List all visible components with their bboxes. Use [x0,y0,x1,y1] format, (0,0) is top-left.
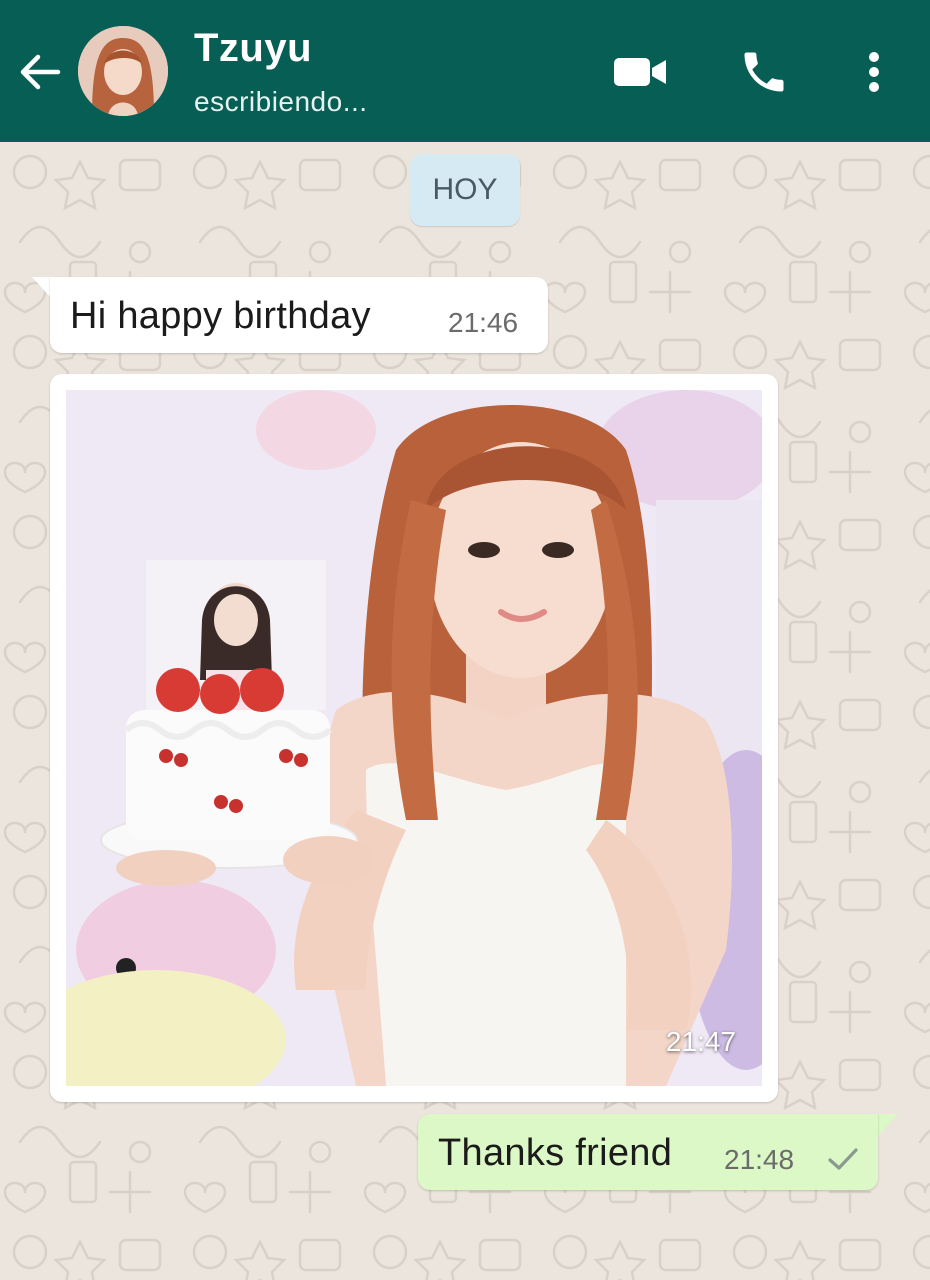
incoming-message[interactable]: Hi happy birthday 21:46 [50,277,548,353]
back-button[interactable] [14,46,66,98]
contact-name[interactable]: Tzuyu [194,26,312,71]
avatar-image [78,26,168,116]
message-time: 21:47 [665,1026,736,1057]
message-time: 21:46 [448,307,519,338]
bubble-tail [32,277,52,299]
message-photo[interactable]: 21:47 [66,390,762,1086]
chat-area[interactable]: HOY Hi happy birthday 21:46 21:47 Thanks… [0,142,930,1280]
bubble-tail [878,1114,898,1136]
videocam-icon [614,58,666,86]
arrow-back-icon [20,54,61,90]
voice-call-button[interactable] [732,40,796,104]
video-call-button[interactable] [608,40,672,104]
message-text: Hi happy birthday [70,295,371,337]
date-separator: HOY [410,154,520,226]
message-text: Thanks friend [438,1132,673,1174]
chat-header: Tzuyu escribiendo... [0,0,930,142]
photo-illustration [66,390,762,1086]
message-time: 21:48 [724,1144,795,1175]
phone-icon [744,52,784,92]
outgoing-message[interactable]: Thanks friend 21:48 [418,1114,878,1190]
contact-avatar[interactable] [78,26,168,116]
incoming-image-message[interactable]: 21:47 [50,374,778,1102]
more-vertical-icon [869,52,879,92]
more-options-button[interactable] [842,40,906,104]
typing-status: escribiendo... [194,86,368,117]
single-check-icon [828,1148,858,1170]
